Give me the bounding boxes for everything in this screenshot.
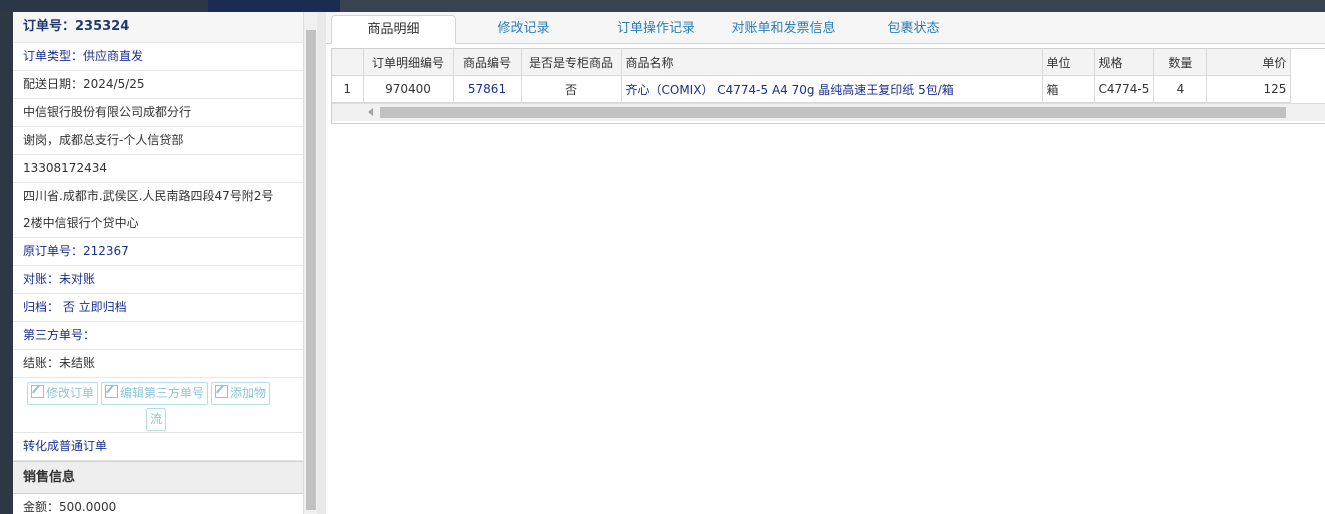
customer-contact: 谢岗，成都总支行-个人信贷部 xyxy=(13,127,303,155)
table-row[interactable]: 1 970400 57861 否 齐心（COMIX） C4774-5 A4 70… xyxy=(332,75,1292,103)
order-type: 订单类型：供应商直发 xyxy=(13,43,303,71)
tab-modification-log[interactable]: 修改记录 xyxy=(476,15,571,43)
col-header-index xyxy=(332,49,364,76)
cell-spec: C4774-5 xyxy=(1094,75,1155,103)
col-header-unit-price[interactable]: 单价 xyxy=(1206,49,1292,76)
edit-icon xyxy=(105,385,119,398)
convert-to-normal-order-link[interactable]: 转化成普通订单 xyxy=(13,433,303,461)
add-logistics-button-wrap[interactable]: 流 xyxy=(146,408,167,431)
order-info-panel: 订单号：235324 订单类型：供应商直发 配送日期：2024/5/25 中信银… xyxy=(13,12,304,514)
top-bar-segment xyxy=(340,0,1325,12)
third-party-number: 第三方单号： xyxy=(13,322,303,350)
customer-phone: 13308172434 xyxy=(13,155,303,183)
cell-detail-id: 970400 xyxy=(363,75,454,103)
table-header-row: 订单明细编号 商品编号 是否是专柜商品 商品名称 单位 规格 数量 单价 xyxy=(332,49,1292,76)
sales-info-header: 销售信息 xyxy=(13,461,303,494)
scroll-left-arrow-icon[interactable] xyxy=(368,108,373,116)
address-line-2: 2楼中信银行个贷中心 xyxy=(13,210,303,238)
cell-product-name-link[interactable]: 齐心（COMIX） C4774-5 A4 70g 晶纯高速王复印纸 5包/箱 xyxy=(621,75,1043,103)
panel-gutter xyxy=(317,12,326,514)
edit-third-party-label: 编辑第三方单号 xyxy=(120,386,205,400)
left-edge xyxy=(0,12,13,514)
customer-company: 中信银行股份有限公司成都分行 xyxy=(13,99,303,127)
add-logistics-button[interactable]: 添加物 xyxy=(211,382,271,405)
table-horizontal-scrollbar[interactable] xyxy=(332,103,1325,121)
edit-order-button[interactable]: 修改订单 xyxy=(27,382,99,405)
cell-quantity: 4 xyxy=(1153,75,1208,103)
top-bar-segment xyxy=(208,0,340,12)
col-header-detail-id[interactable]: 订单明细编号 xyxy=(363,49,454,76)
left-panel-scrollbar[interactable] xyxy=(303,12,318,514)
top-bar-segment xyxy=(0,0,109,12)
tab-bar: 商品明细 修改记录 订单操作记录 对账单和发票信息 包裹状态 xyxy=(326,12,1325,44)
action-buttons: 修改订单 编辑第三方单号 添加物 流 xyxy=(13,378,303,433)
product-table: 订单明细编号 商品编号 是否是专柜商品 商品名称 单位 规格 数量 单价 1 9… xyxy=(332,49,1292,103)
sales-amount: 金额：500.0000 xyxy=(13,494,303,514)
edit-order-label: 修改订单 xyxy=(46,386,95,400)
tab-order-operation-log[interactable]: 订单操作记录 xyxy=(601,15,711,43)
scrollbar-thumb[interactable] xyxy=(306,30,316,510)
cell-product-id-link[interactable]: 57861 xyxy=(453,75,522,103)
col-header-quantity[interactable]: 数量 xyxy=(1153,49,1208,76)
col-header-spec[interactable]: 规格 xyxy=(1094,49,1155,76)
cell-index: 1 xyxy=(332,75,364,103)
cell-counter-product: 否 xyxy=(521,75,622,103)
original-order-number: 原订单号：212367 xyxy=(13,238,303,266)
horizontal-scrollbar-thumb[interactable] xyxy=(380,107,1286,118)
tab-product-details[interactable]: 商品明细 xyxy=(331,15,456,44)
reconcile-status: 对账：未对账 xyxy=(13,266,303,294)
edit-icon xyxy=(31,385,44,398)
top-bar xyxy=(0,0,1325,12)
tab-package-status[interactable]: 包裹状态 xyxy=(871,15,956,43)
product-table-container: 订单明细编号 商品编号 是否是专柜商品 商品名称 单位 规格 数量 单价 1 9… xyxy=(331,48,1325,124)
edit-icon xyxy=(215,385,229,398)
add-logistics-label: 添加物 xyxy=(230,386,267,400)
col-header-counter-product[interactable]: 是否是专柜商品 xyxy=(521,49,622,76)
add-logistics-label-wrap: 流 xyxy=(150,412,163,426)
address-line-1: 四川省.成都市.武侯区.人民南路四段47号附2号 xyxy=(23,189,274,203)
cell-unit: 箱 xyxy=(1042,75,1095,103)
col-header-unit[interactable]: 单位 xyxy=(1042,49,1095,76)
settlement-status: 结账：未结账 xyxy=(13,350,303,378)
delivery-date: 配送日期：2024/5/25 xyxy=(13,71,303,99)
order-number: 订单号：235324 xyxy=(13,12,303,43)
edit-third-party-button[interactable]: 编辑第三方单号 xyxy=(101,382,209,405)
top-bar-segment xyxy=(108,0,209,12)
cell-unit-price: 125 xyxy=(1206,75,1292,103)
archive-status[interactable]: 归档： 否 立即归档 xyxy=(13,294,303,322)
col-header-product-name[interactable]: 商品名称 xyxy=(621,49,1043,76)
tab-statement-invoice[interactable]: 对账单和发票信息 xyxy=(726,15,841,43)
col-header-product-id[interactable]: 商品编号 xyxy=(453,49,522,76)
